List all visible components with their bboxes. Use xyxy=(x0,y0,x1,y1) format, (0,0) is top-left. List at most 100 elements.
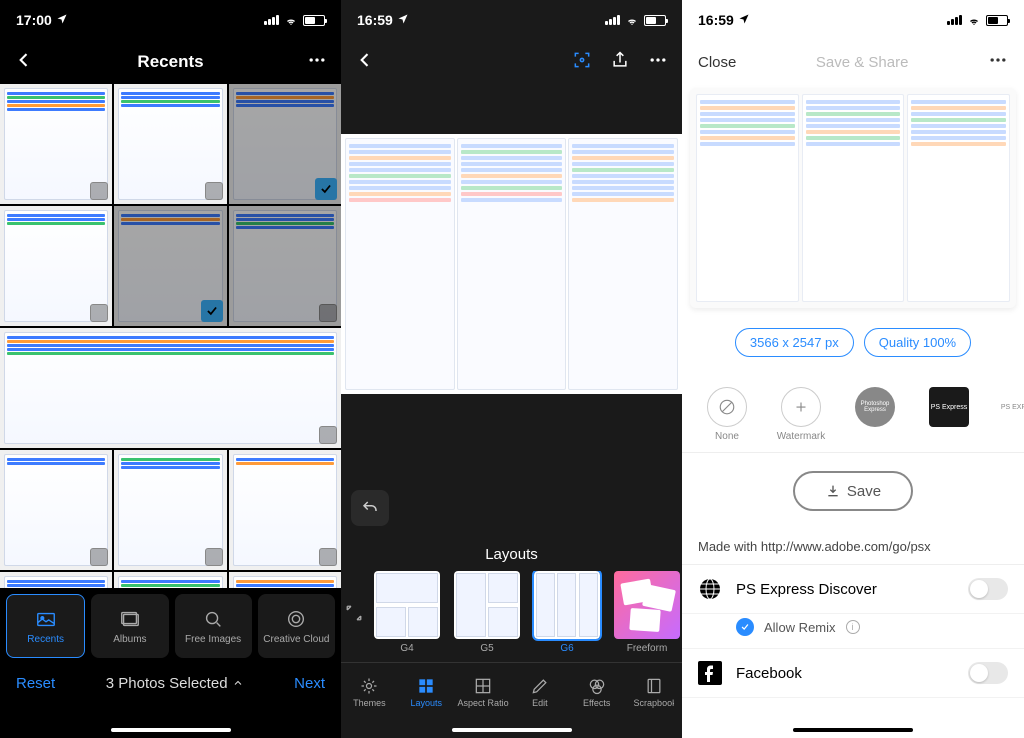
tab-aspect-ratio[interactable]: Aspect Ratio xyxy=(455,663,512,720)
toggle-facebook[interactable] xyxy=(968,662,1008,684)
layout-option-g5[interactable]: G5 xyxy=(451,571,523,654)
more-button[interactable] xyxy=(648,50,668,75)
check-icon xyxy=(201,300,223,322)
tab-albums[interactable]: Albums xyxy=(91,594,168,658)
check-icon xyxy=(736,618,754,636)
source-tabs: Recents Albums Free Images Creative Clou… xyxy=(0,588,341,658)
watermark-none[interactable]: None xyxy=(698,387,756,442)
tab-edit[interactable]: Edit xyxy=(511,663,568,720)
more-button[interactable] xyxy=(307,50,327,75)
chevron-up-icon xyxy=(232,677,244,689)
share-icon[interactable] xyxy=(610,50,630,75)
battery-icon xyxy=(303,15,325,26)
watermark-psexpress-light[interactable]: PS EXPRESS xyxy=(994,387,1024,442)
export-settings: 3566 x 2547 px Quality 100% xyxy=(682,328,1024,357)
photo-thumb-selected[interactable] xyxy=(229,84,341,204)
share-facebook[interactable]: Facebook xyxy=(682,649,1024,698)
photo-picker-pane: 17:00 Recents xyxy=(0,0,341,738)
tab-themes[interactable]: Themes xyxy=(341,663,398,720)
tab-layouts[interactable]: Layouts xyxy=(398,663,455,720)
home-indicator[interactable] xyxy=(111,728,231,732)
expand-icon[interactable] xyxy=(345,571,363,654)
wifi-icon xyxy=(624,14,640,26)
photo-thumb[interactable] xyxy=(0,450,112,570)
layout-option-freeform[interactable]: Freeform xyxy=(611,571,682,654)
photo-thumb[interactable] xyxy=(0,84,112,204)
location-icon xyxy=(397,12,409,28)
tab-label: Recents xyxy=(27,634,64,645)
watermark-stamp[interactable]: PhotoshopExpress xyxy=(846,387,904,442)
location-icon xyxy=(56,12,68,28)
collage-preview[interactable] xyxy=(341,134,682,394)
tab-effects[interactable]: Effects xyxy=(568,663,625,720)
status-bar: 16:59 xyxy=(341,0,682,40)
photo-thumb-selected[interactable] xyxy=(229,206,341,326)
tab-scrapbook[interactable]: Scrapbook xyxy=(625,663,682,720)
footer-bar: Reset 3 Photos Selected Next xyxy=(0,658,341,708)
layouts-panel: Layouts G4 G5 G6 Freeform xyxy=(341,538,682,654)
more-button[interactable] xyxy=(988,50,1008,75)
dimensions-pill[interactable]: 3566 x 2547 px xyxy=(735,328,854,357)
tab-label: Creative Cloud xyxy=(263,634,329,645)
undo-button[interactable] xyxy=(351,490,389,526)
reset-button[interactable]: Reset xyxy=(16,675,55,692)
nav-header: Close Save & Share xyxy=(682,40,1024,84)
download-icon xyxy=(825,483,841,499)
wifi-icon xyxy=(966,14,982,26)
tab-recents[interactable]: Recents xyxy=(6,594,85,658)
photo-thumb-selected[interactable] xyxy=(114,206,226,326)
page-title: Recents xyxy=(137,52,203,72)
nav-header xyxy=(341,40,682,84)
photo-thumb[interactable] xyxy=(229,572,341,588)
photo-thumb[interactable] xyxy=(114,572,226,588)
watermark-add[interactable]: Watermark xyxy=(772,387,830,442)
status-bar: 16:59 xyxy=(682,0,1024,40)
back-button[interactable] xyxy=(355,50,375,75)
status-time: 16:59 xyxy=(357,12,393,28)
photo-thumb[interactable] xyxy=(114,450,226,570)
battery-icon xyxy=(644,15,666,26)
crop-focus-icon[interactable] xyxy=(572,50,592,75)
layout-option-g6[interactable]: G6 xyxy=(531,571,603,654)
share-discover[interactable]: PS Express Discover xyxy=(682,565,1024,614)
photo-thumb[interactable] xyxy=(0,206,112,326)
nav-header: Recents xyxy=(0,40,341,84)
home-indicator[interactable] xyxy=(793,728,913,732)
selection-count[interactable]: 3 Photos Selected xyxy=(106,675,244,692)
home-indicator[interactable] xyxy=(452,728,572,732)
next-button[interactable]: Next xyxy=(294,675,325,692)
info-icon[interactable]: i xyxy=(846,620,860,634)
editor-tabs: Themes Layouts Aspect Ratio Edit Effects… xyxy=(341,662,682,720)
globe-icon xyxy=(698,577,722,601)
tab-label: Free Images xyxy=(185,634,241,645)
export-preview xyxy=(690,88,1016,308)
tab-free-images[interactable]: Free Images xyxy=(175,594,252,658)
tab-creative-cloud[interactable]: Creative Cloud xyxy=(258,594,335,658)
status-bar: 17:00 xyxy=(0,0,341,40)
status-time: 16:59 xyxy=(698,12,734,28)
back-button[interactable] xyxy=(14,50,34,75)
tab-label: Albums xyxy=(113,634,146,645)
status-time: 17:00 xyxy=(16,12,52,28)
layout-option-g4[interactable]: G4 xyxy=(371,571,443,654)
photo-thumb[interactable] xyxy=(0,328,341,448)
allow-remix-row[interactable]: Allow Remix i xyxy=(682,614,1024,649)
location-icon xyxy=(738,12,750,28)
facebook-icon xyxy=(698,661,722,685)
photo-thumb[interactable] xyxy=(114,84,226,204)
signal-icon xyxy=(264,15,279,25)
photo-thumb[interactable] xyxy=(229,450,341,570)
layouts-title: Layouts xyxy=(341,538,682,571)
quality-pill[interactable]: Quality 100% xyxy=(864,328,971,357)
close-button[interactable]: Close xyxy=(698,54,736,71)
layout-editor-pane: 16:59 Layouts G4 xyxy=(341,0,682,738)
save-share-title: Save & Share xyxy=(816,54,909,71)
watermark-row[interactable]: None Watermark PhotoshopExpress PS Expre… xyxy=(682,377,1024,453)
save-button[interactable]: Save xyxy=(793,471,913,511)
battery-icon xyxy=(986,15,1008,26)
toggle-discover[interactable] xyxy=(968,578,1008,600)
signal-icon xyxy=(605,15,620,25)
watermark-psexpress-dark[interactable]: PS Express xyxy=(920,387,978,442)
check-icon xyxy=(315,178,337,200)
photo-thumb[interactable] xyxy=(0,572,112,588)
